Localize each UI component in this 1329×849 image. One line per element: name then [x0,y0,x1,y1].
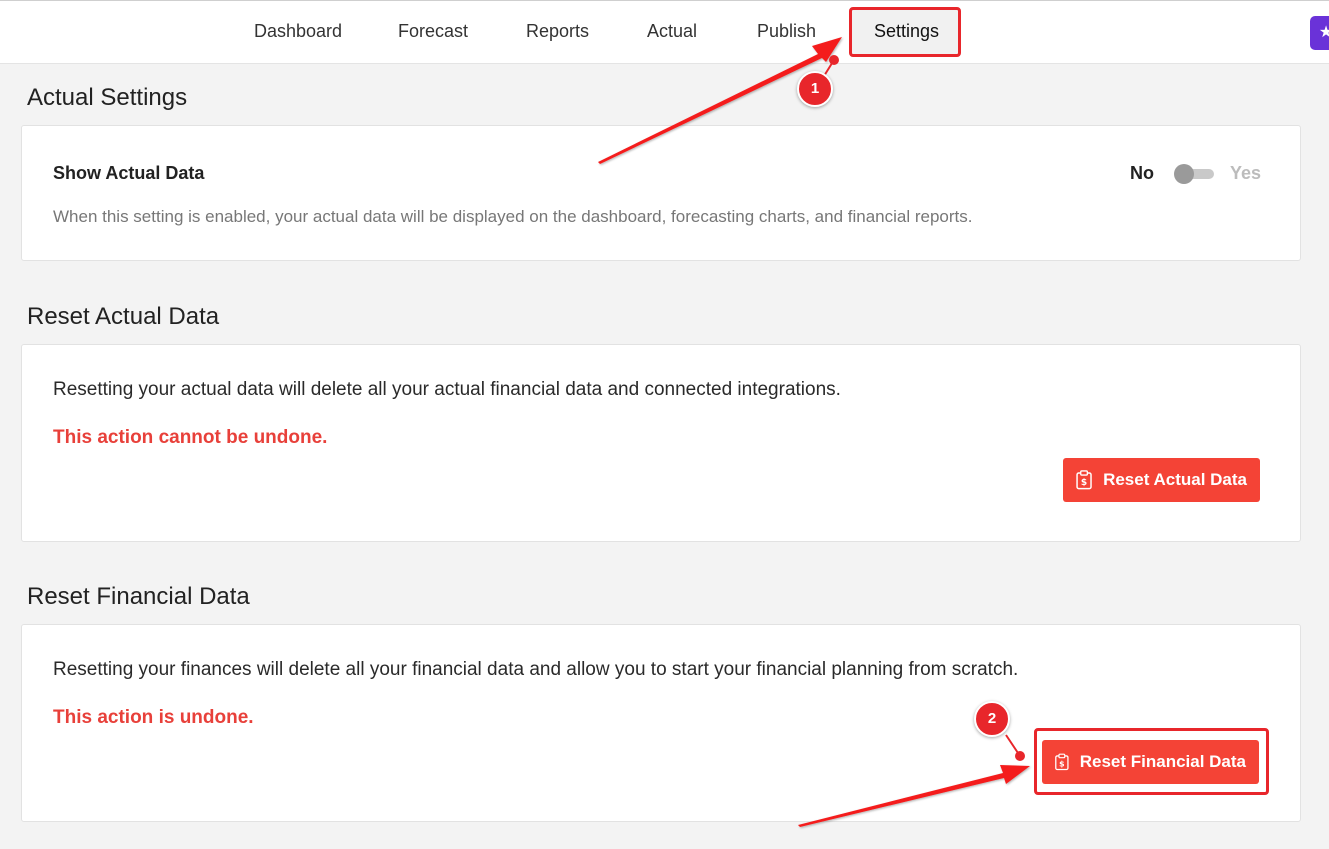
annotation-marker-1: 1 [797,71,833,107]
tab-settings[interactable]: Settings [874,21,939,42]
show-actual-data-description: When this setting is enabled, your actua… [53,207,973,226]
top-navigation: Dashboard Forecast Reports Actual Publis… [0,0,1329,64]
reset-financial-button-highlight [1034,728,1269,795]
reset-actual-warning: This action cannot be undone. [53,427,328,448]
annotation-marker-2: 2 [974,701,1010,737]
star-icon[interactable]: ★ [1310,16,1329,50]
show-actual-data-label: Show Actual Data [53,163,205,183]
tab-publish[interactable]: Publish [757,21,816,42]
reset-actual-data-button[interactable]: $ Reset Actual Data [1063,458,1260,502]
clipboard-dollar-icon: $ [1076,470,1092,490]
tab-forecast[interactable]: Forecast [398,21,468,42]
reset-actual-description: Resetting your actual data will delete a… [53,379,841,400]
toggle-on-label: Yes [1230,163,1262,183]
reset-actual-card: Resetting your actual data will delete a… [21,344,1301,542]
actual-settings-title: Actual Settings [27,84,188,111]
reset-actual-title: Reset Actual Data [27,303,220,330]
reset-financial-warning: This action is undone. [53,707,254,728]
reset-financial-title: Reset Financial Data [27,583,250,610]
svg-text:$: $ [1081,478,1087,488]
tab-dashboard[interactable]: Dashboard [254,21,342,42]
toggle-knob [1174,164,1194,184]
tab-actual[interactable]: Actual [647,21,697,42]
show-actual-data-toggle-group: No Yes [1130,163,1270,187]
show-actual-data-toggle[interactable] [1174,164,1214,184]
reset-actual-button-label: Reset Actual Data [1103,470,1247,489]
actual-settings-card: Show Actual Data When this setting is en… [21,125,1301,261]
reset-financial-description: Resetting your finances will delete all … [53,659,1019,680]
toggle-off-label: No [1130,163,1154,183]
tab-reports[interactable]: Reports [526,21,589,42]
